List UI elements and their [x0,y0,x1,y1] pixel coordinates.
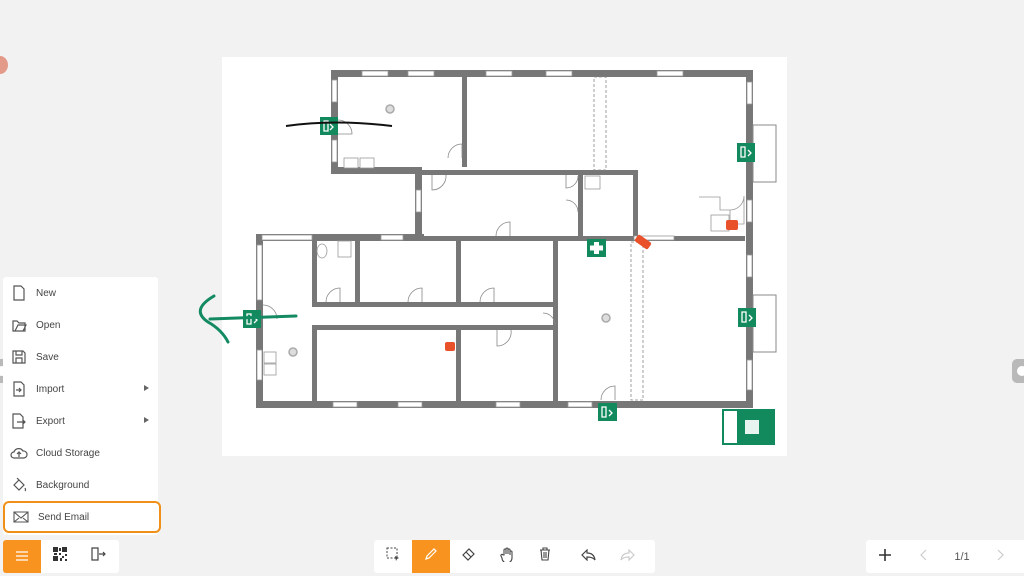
open-folder-icon [10,316,28,334]
menu-item-label: Background [36,479,90,491]
plus-icon [879,548,891,566]
menu-item-label: Export [36,415,65,427]
pencil-icon [424,547,438,566]
add-page-button[interactable] [866,540,904,573]
page-indicator: 1/1 [954,550,970,563]
save-icon [10,348,28,366]
qr-code-icon [53,547,67,566]
export-icon [10,412,28,430]
previous-page-button[interactable] [904,540,942,573]
menu-item-open[interactable]: Open [3,310,158,340]
chevron-right-icon [997,548,1005,566]
lasso-select-icon [386,547,400,566]
redo-button[interactable] [608,540,646,573]
delete-button[interactable] [526,540,564,573]
import-icon [10,380,28,398]
submenu-arrow-icon [144,417,149,423]
menu-button[interactable] [3,540,41,573]
qr-code-button[interactable] [41,540,79,573]
hamburger-icon [16,548,28,566]
eraser-tool-button[interactable] [450,540,488,573]
right-panel-handle[interactable] [1012,359,1024,383]
submenu-arrow-icon [144,385,149,391]
menu-item-cloud-storage[interactable]: Cloud Storage [3,438,158,468]
envelope-icon [12,508,30,526]
next-page-button[interactable] [982,540,1020,573]
new-file-icon [10,284,28,302]
undo-icon [581,548,597,566]
menu-item-label: Cloud Storage [36,447,100,459]
menu-item-label: Open [36,319,61,331]
select-tool-button[interactable] [374,540,412,573]
trash-icon [539,547,551,566]
menu-item-label: Save [36,351,59,363]
collapsed-panel-indicator[interactable] [0,56,8,74]
drawing-toolbar [374,540,655,573]
page-navigator: 1/1 [866,540,1024,573]
menu-item-new[interactable]: New [3,278,158,308]
redo-icon [619,548,635,566]
menu-item-export[interactable]: Export [3,406,158,436]
menu-item-send-email[interactable]: Send Email [3,501,161,533]
pen-tool-button[interactable] [412,540,450,573]
file-menu: New Open Save Import Export Cloud Storag… [3,277,161,535]
chevron-left-icon [919,548,927,566]
menu-item-import[interactable]: Import [3,374,158,404]
cloud-upload-icon [10,444,28,462]
exit-icon [90,547,106,566]
paint-bucket-icon [10,476,28,494]
menu-item-save[interactable]: Save [3,342,158,372]
eraser-icon [462,547,476,566]
exit-button[interactable] [79,540,117,573]
menu-item-label: Send Email [38,511,90,523]
pan-tool-button[interactable] [488,540,526,573]
menu-item-label: Import [36,383,65,395]
main-actions-bar [3,540,119,573]
undo-button[interactable] [570,540,608,573]
whiteboard-canvas[interactable] [222,57,787,456]
hand-icon [500,546,514,567]
menu-item-background[interactable]: Background [3,470,158,500]
menu-item-label: New [36,287,57,299]
